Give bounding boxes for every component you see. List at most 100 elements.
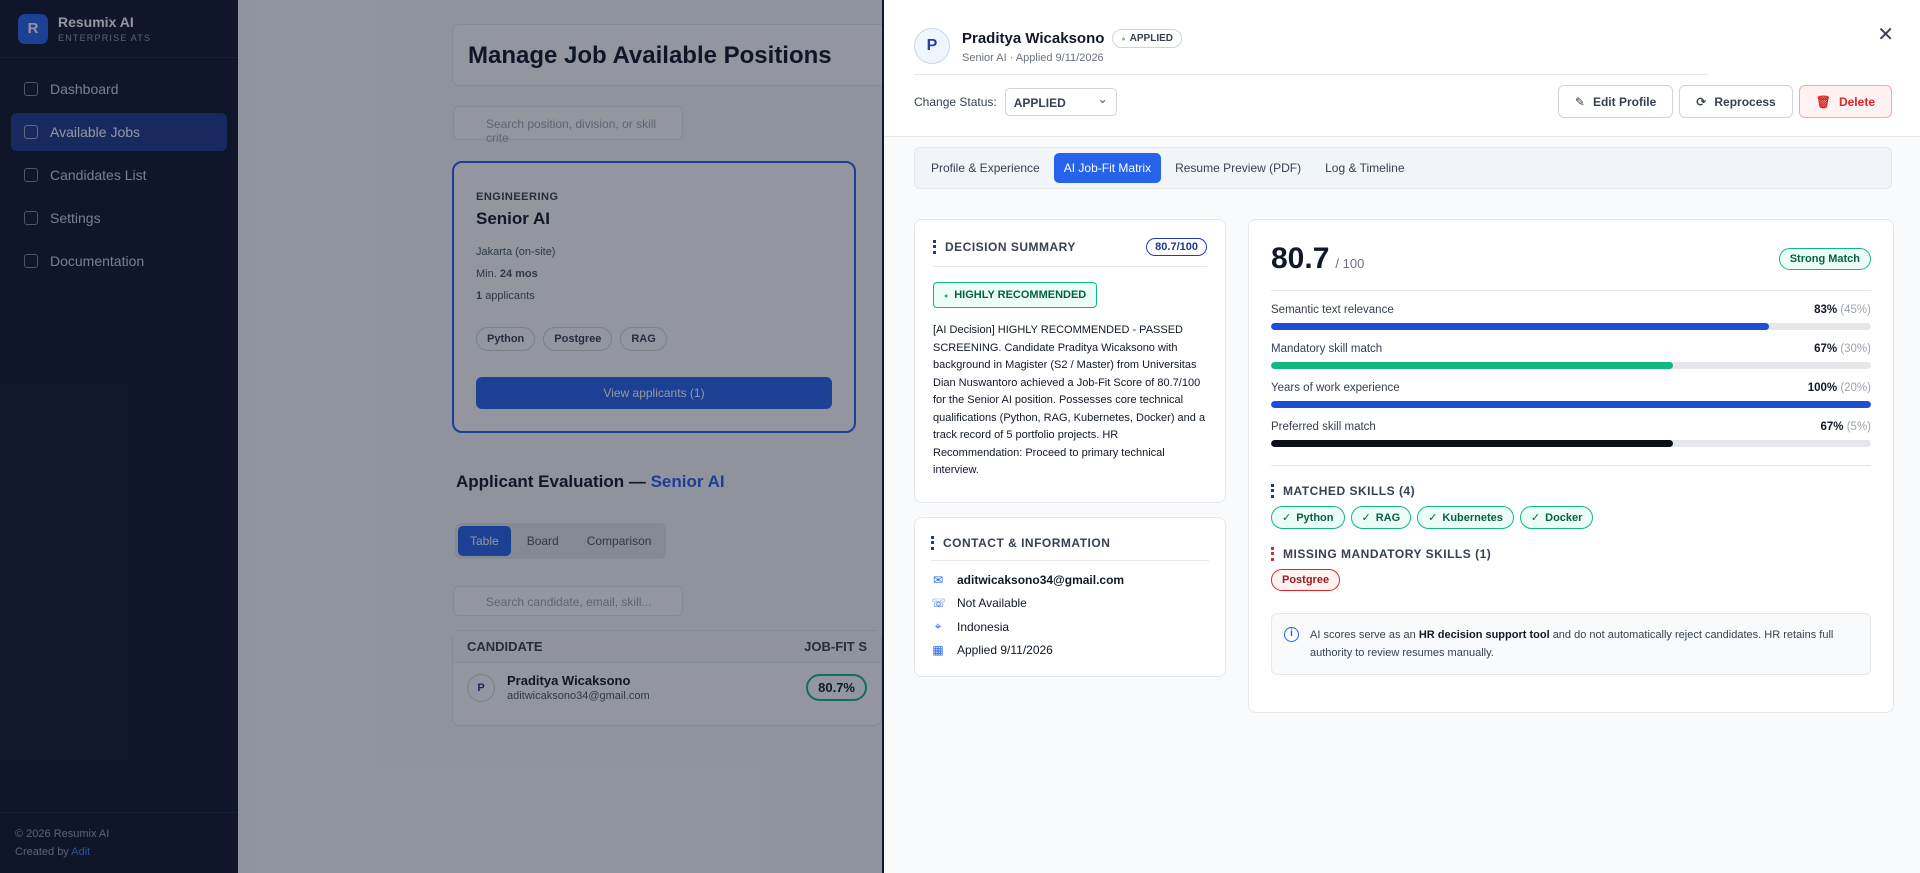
drawer-tabs: Profile & Experience AI Job-Fit Matrix R… — [914, 147, 1892, 189]
criterion-weight: (45%) — [1840, 304, 1871, 316]
criterion-label-row: Semantic text relevance 83% (45%) — [1271, 304, 1871, 316]
edit-profile-button[interactable]: ✎ Edit Profile — [1557, 85, 1674, 118]
reprocess-button[interactable]: ⟳ Reprocess — [1679, 85, 1793, 118]
criterion-score: 67% (5%) — [1820, 421, 1871, 433]
contact-location: Indonesia — [957, 619, 1010, 634]
candidate-name: Praditya Wicaksono — [962, 29, 1105, 47]
change-status-label: Change Status: — [914, 95, 997, 109]
criterion-value: 83% — [1814, 304, 1838, 316]
criterion-label-row: Years of work experience 100% (20%) — [1271, 382, 1871, 394]
match-badge: Strong Match — [1778, 248, 1871, 270]
matched-skills: Python RAG Kubernetes Docker — [1271, 506, 1871, 529]
candidate-name-row: Praditya Wicaksono APPLIED — [962, 28, 1182, 48]
edit-profile-label: Edit Profile — [1592, 94, 1657, 109]
criterion-score: 83% (45%) — [1814, 304, 1871, 316]
note-prefix: AI scores serve as an — [1310, 629, 1416, 641]
progress-track — [1271, 440, 1871, 447]
missing-skill-chip: Postgree — [1271, 569, 1341, 591]
avatar: P — [914, 28, 950, 64]
criterion-label-row: Preferred skill match 67% (5%) — [1271, 421, 1871, 433]
contact-applied-row: ▦ Applied 9/11/2026 — [931, 643, 1209, 657]
header-divider — [914, 74, 1708, 75]
criterion-weight: (5%) — [1846, 421, 1871, 433]
pencil-icon: ✎ — [1574, 94, 1585, 109]
note-bold: HR decision support tool — [1418, 629, 1550, 641]
fit-score: 80.7 / 100 — [1271, 242, 1364, 276]
progress-fill — [1271, 362, 1673, 369]
progress-fill — [1271, 440, 1673, 447]
criteria-list: Semantic text relevance 83% (45%) Mandator… — [1271, 304, 1871, 447]
criterion-value: 67% — [1814, 343, 1838, 355]
status-badge: APPLIED — [1112, 28, 1182, 48]
progress-fill — [1271, 323, 1769, 330]
decision-summary-panel: DECISION SUMMARY 80.7/100 HIGHLY RECOMME… — [914, 219, 1226, 503]
info-icon: i — [1284, 627, 1299, 642]
job-fit-panel: 80.7 / 100 Strong Match Semantic text rel… — [1248, 219, 1894, 713]
criterion-row: Years of work experience 100% (20%) — [1271, 382, 1871, 408]
close-icon[interactable]: ✕ — [1877, 22, 1894, 47]
fit-score-value: 80.7 — [1271, 242, 1330, 275]
divider — [1271, 465, 1871, 466]
criterion-row: Semantic text relevance 83% (45%) — [1271, 304, 1871, 330]
contact-email-row: ✉ aditwicaksono34@gmail.com — [931, 573, 1209, 587]
delete-button[interactable]: 🗑 Delete — [1798, 85, 1892, 118]
criterion-label-row: Mandatory skill match 67% (30%) — [1271, 343, 1871, 355]
status-select[interactable]: APPLIED — [1004, 88, 1117, 116]
criterion-value: 67% — [1820, 421, 1844, 433]
criterion-row: Mandatory skill match 67% (30%) — [1271, 343, 1871, 369]
criterion-label: Years of work experience — [1271, 382, 1400, 394]
drawer-actions: ✎ Edit Profile ⟳ Reprocess 🗑 Delete — [1557, 85, 1892, 118]
matched-skill-chip: Python — [1271, 506, 1345, 529]
fit-header: 80.7 / 100 Strong Match — [1271, 242, 1871, 291]
criterion-weight: (30%) — [1840, 343, 1871, 355]
matched-skill-chip: Docker — [1519, 506, 1594, 529]
map-pin-icon: ⌖ — [934, 619, 942, 633]
missing-skills: Postgree — [1271, 569, 1871, 591]
decision-summary-header: DECISION SUMMARY 80.7/100 — [933, 238, 1207, 267]
decision-text: [AI Decision] HIGHLY RECOMMENDED - PASSE… — [933, 324, 1206, 476]
progress-fill — [1271, 401, 1871, 408]
change-status-row: Change Status: APPLIED — [914, 88, 1117, 116]
trash-icon: 🗑 — [1815, 94, 1831, 109]
app-root: R Resumix AI ENTERPRISE ATS Dashboard Av… — [0, 0, 1920, 873]
tab-log-timeline[interactable]: Log & Timeline — [1315, 153, 1414, 183]
criterion-score: 67% (30%) — [1814, 343, 1871, 355]
criterion-row: Preferred skill match 67% (5%) — [1271, 421, 1871, 447]
drawer-body: Profile & Experience AI Job-Fit Matrix R… — [884, 136, 1920, 873]
contact-location-row: ⌖ Indonesia — [931, 619, 1209, 634]
ai-disclaimer-note: i AI scores serve as an HR decision supp… — [1271, 613, 1871, 675]
progress-track — [1271, 323, 1871, 330]
calendar-icon: ▦ — [932, 643, 944, 657]
recommendation-badge: HIGHLY RECOMMENDED — [933, 282, 1098, 308]
decision-summary-title: DECISION SUMMARY — [933, 240, 1076, 254]
criterion-label: Mandatory skill match — [1271, 343, 1383, 355]
contact-phone-row: ☏ Not Available — [931, 596, 1209, 610]
criterion-weight: (20%) — [1840, 382, 1871, 394]
delete-label: Delete — [1838, 94, 1875, 109]
candidate-drawer: ✕ P Praditya Wicaksono APPLIED Senior AI… — [882, 0, 1920, 873]
criterion-label: Semantic text relevance — [1271, 304, 1394, 316]
tab-profile-experience[interactable]: Profile & Experience — [921, 153, 1050, 183]
tab-ai-job-fit-matrix[interactable]: AI Job-Fit Matrix — [1053, 153, 1162, 183]
contact-header: CONTACT & INFORMATION — [931, 536, 1209, 561]
contact-title: CONTACT & INFORMATION — [931, 536, 1209, 550]
missing-skills-title: MISSING MANDATORY SKILLS (1) — [1271, 547, 1871, 561]
progress-track — [1271, 362, 1871, 369]
contact-phone: Not Available — [957, 596, 1027, 610]
criterion-score: 100% (20%) — [1808, 382, 1871, 394]
decision-score-badge: 80.7/100 — [1146, 238, 1207, 256]
tab-resume-preview[interactable]: Resume Preview (PDF) — [1165, 153, 1311, 183]
candidate-subtitle: Senior AI · Applied 9/11/2026 — [962, 51, 1104, 64]
matched-skill-chip: RAG — [1350, 506, 1412, 529]
mail-icon: ✉ — [932, 573, 944, 587]
progress-track — [1271, 401, 1871, 408]
criterion-label: Preferred skill match — [1271, 421, 1376, 433]
refresh-icon: ⟳ — [1696, 94, 1707, 109]
matched-skills-title: MATCHED SKILLS (4) — [1271, 484, 1871, 498]
reprocess-label: Reprocess — [1714, 94, 1776, 109]
drawer-header: P Praditya Wicaksono APPLIED Senior AI ·… — [914, 28, 1182, 64]
criterion-value: 100% — [1807, 382, 1838, 394]
contact-panel: CONTACT & INFORMATION ✉ aditwicaksono34@g… — [914, 517, 1226, 677]
contact-email[interactable]: aditwicaksono34@gmail.com — [957, 573, 1124, 587]
fit-score-max: / 100 — [1335, 256, 1365, 271]
